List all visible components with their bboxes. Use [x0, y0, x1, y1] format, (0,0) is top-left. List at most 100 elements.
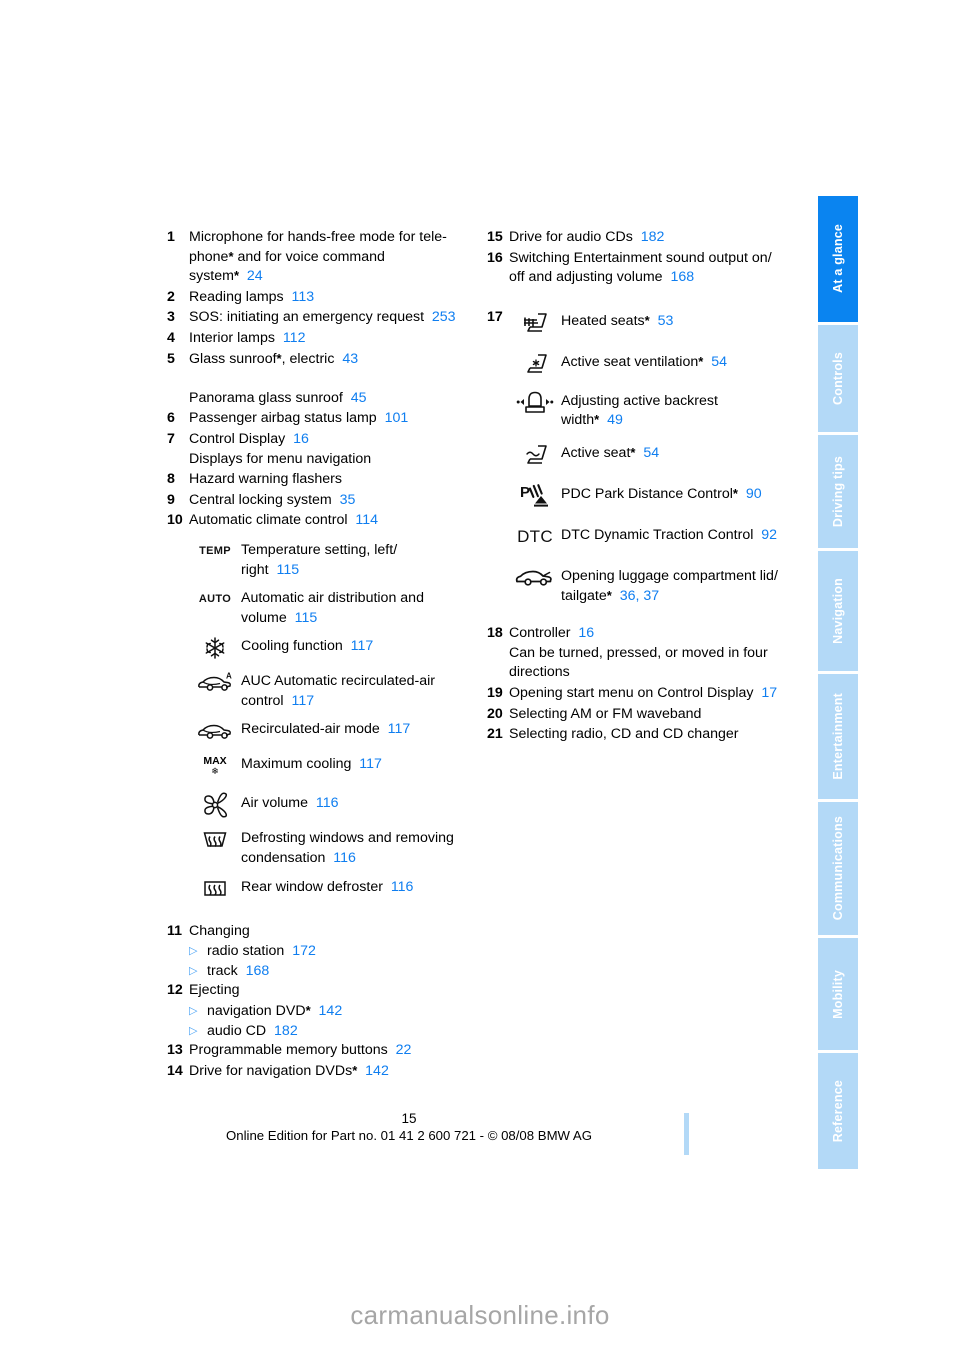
item-number: 11 — [167, 922, 182, 939]
tab-mobility[interactable]: Mobility — [818, 937, 858, 1051]
page-ref[interactable]: 117 — [291, 693, 314, 709]
tab-at-a-glance[interactable]: At a glance — [818, 196, 858, 322]
item-body: Recirculated-air mode 117 — [241, 716, 467, 740]
list-item: 19 Opening start menu on Control Display… — [487, 684, 799, 704]
item-text: Active seat ventilation — [561, 353, 699, 370]
optional-star: * — [352, 1062, 358, 1078]
item-number: 5 — [167, 350, 175, 367]
page-ref[interactable]: 101 — [385, 410, 409, 426]
tab-label: At a glance — [831, 224, 845, 294]
optional-star: * — [606, 587, 612, 603]
item-text-line2b: and for voice command — [233, 248, 385, 265]
page-ref[interactable]: 115 — [295, 610, 318, 626]
item-body: Automatic climate control 114 — [189, 511, 467, 531]
page-ref[interactable]: 35 — [340, 492, 356, 508]
item-number: 15 — [487, 229, 503, 245]
tab-navigation[interactable]: Navigation — [818, 551, 858, 671]
item-text-line2: width — [561, 412, 595, 429]
item-body: navigation DVD* 142 — [207, 1002, 342, 1022]
item-text-line2: control — [241, 692, 284, 709]
page-ref[interactable]: 45 — [351, 390, 367, 406]
page-ref[interactable]: 36, 37 — [620, 588, 659, 604]
page-ref[interactable]: 116 — [333, 850, 356, 866]
tab-controls[interactable]: Controls — [818, 324, 858, 433]
seat-and-assist-icon-list: Heated seats* 53 Active seat ventilation… — [509, 308, 799, 611]
page-ref[interactable]: 116 — [316, 795, 339, 811]
tab-driving-tips[interactable]: Driving tips — [818, 435, 858, 549]
page-ref[interactable]: 117 — [359, 756, 382, 772]
tab-label: Controls — [831, 351, 845, 405]
item-number: 17 — [487, 308, 503, 325]
optional-star: * — [233, 268, 239, 284]
item-text-line2: right — [241, 561, 269, 578]
page-ref[interactable]: 17 — [761, 685, 777, 701]
item-number: 2 — [167, 288, 175, 305]
page-ref[interactable]: 16 — [293, 431, 309, 447]
page-ref[interactable]: 168 — [246, 963, 270, 979]
tab-label: Navigation — [831, 577, 845, 644]
item-text-line2: tailgate — [561, 587, 607, 604]
item-text: Controller — [509, 625, 571, 642]
item-text-line2a: phone — [189, 248, 229, 265]
item-number: 19 — [487, 684, 503, 701]
list-item: 21 Selecting radio, CD and CD changer — [487, 725, 799, 745]
page-ref[interactable]: 49 — [607, 412, 623, 428]
page-ref[interactable]: 142 — [319, 1003, 343, 1019]
item-number: 12 — [167, 982, 183, 999]
item-body: Drive for audio CDs 182 — [509, 228, 799, 248]
page-ref[interactable]: 117 — [351, 638, 374, 654]
list-item: Rear window defroster 116 — [189, 874, 467, 904]
list-item: Air volume 116 — [189, 790, 467, 820]
list-item: 15 Drive for audio CDs 182 — [487, 228, 799, 248]
list-item: 20 Selecting AM or FM waveband — [487, 705, 799, 725]
page-ref[interactable]: 113 — [292, 289, 315, 305]
page-ref[interactable]: 117 — [388, 721, 411, 737]
page-ref[interactable]: 112 — [283, 330, 306, 346]
item-text-line3a: system — [189, 268, 234, 285]
item-text: Automatic climate control — [189, 512, 348, 529]
page-ref[interactable]: 115 — [277, 562, 300, 578]
item-body: Adjusting active backrest width* 49 — [561, 388, 799, 431]
page-ref[interactable]: 16 — [578, 625, 594, 641]
page-ref[interactable]: 168 — [670, 269, 694, 285]
list-item: 7 Control Display 16 Displays for menu n… — [167, 430, 467, 469]
legend-column-left: 1 Microphone for hands-free mode for tel… — [167, 228, 467, 1082]
tab-entertainment[interactable]: Entertainment — [818, 673, 858, 800]
page-ref[interactable]: 43 — [342, 351, 358, 367]
page-ref[interactable]: 172 — [292, 943, 316, 959]
page-ref[interactable]: 92 — [761, 527, 777, 543]
page-ref[interactable]: 53 — [658, 313, 674, 329]
item-body: Cooling function 117 — [241, 633, 467, 657]
tab-reference[interactable]: Reference — [818, 1053, 858, 1169]
page-ref[interactable]: 54 — [643, 445, 659, 461]
list-item: Active seat ventilation* 54 — [509, 349, 799, 379]
item-subtext: Panorama glass sunroof — [189, 389, 343, 406]
legend-column-right: 15 Drive for audio CDs 182 16 Switching … — [487, 228, 799, 746]
list-item: 8 Hazard warning flashers — [167, 470, 467, 490]
tab-communications[interactable]: Communications — [818, 802, 858, 935]
item-body: Interior lamps 112 — [189, 329, 467, 349]
item-number: 20 — [487, 705, 503, 722]
page-ref[interactable]: 253 — [432, 309, 456, 325]
item-body: audio CD 182 — [207, 1022, 298, 1042]
page-ref[interactable]: 114 — [355, 512, 378, 528]
item-body: Microphone for hands-free mode for tele-… — [189, 228, 467, 287]
page-ref[interactable]: 90 — [746, 486, 762, 502]
page-ref[interactable]: 182 — [641, 229, 665, 245]
page-ref[interactable]: 54 — [711, 354, 727, 370]
list-item: TEMP Temperature setting, left/ right 11… — [189, 537, 467, 580]
page-ref[interactable]: 182 — [274, 1023, 298, 1039]
page-ref[interactable]: 116 — [391, 879, 414, 895]
page-ref[interactable]: 22 — [396, 1042, 412, 1058]
site-watermark: carmanualsonline.info — [350, 1300, 610, 1330]
item-text-line1: Temperature setting, left/ — [241, 541, 398, 558]
page-ref[interactable]: 24 — [247, 268, 263, 284]
list-item: Adjusting active backrest width* 49 — [509, 388, 799, 431]
snowflake-icon — [189, 633, 241, 663]
auto-icon: AUTO — [189, 585, 241, 615]
fan-icon — [189, 790, 241, 820]
climate-control-icon-list: TEMP Temperature setting, left/ right 11… — [189, 537, 467, 904]
item-number: 9 — [167, 491, 175, 508]
page-ref[interactable]: 142 — [365, 1063, 389, 1079]
item-text: PDC Park Distance Control — [561, 485, 733, 502]
